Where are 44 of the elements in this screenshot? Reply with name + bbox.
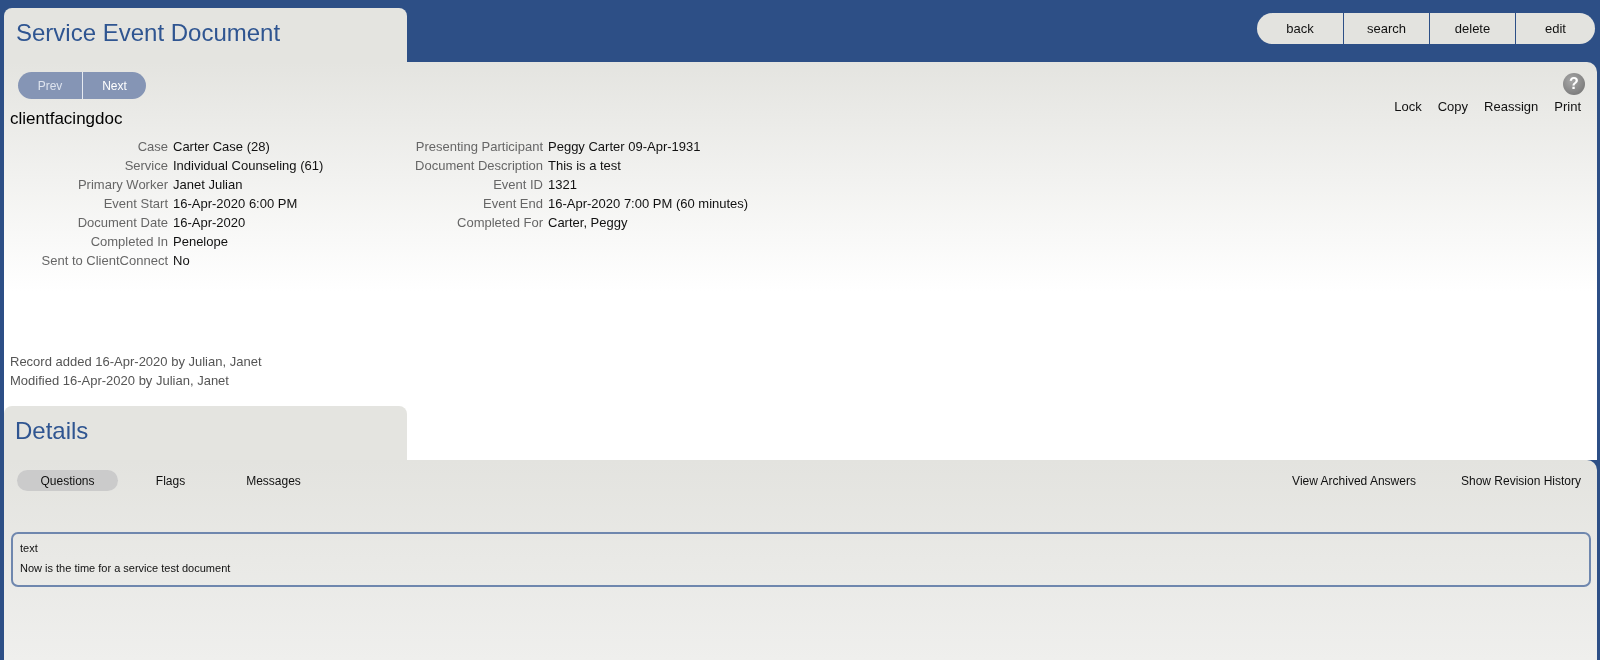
field-label: Case (137, 138, 168, 156)
action-button[interactable]: edit (1515, 13, 1595, 44)
audit-text: Record added 16-Apr-2020 by Julian, Janet (10, 353, 262, 371)
record-action-link[interactable]: Copy (1437, 99, 1469, 115)
field-label: Sent to ClientConnect (41, 252, 168, 270)
field-value: Carter Case (28) (173, 138, 270, 156)
document-name: clientfacingdoc (10, 108, 123, 130)
details-link[interactable]: Show Revision History (1460, 470, 1581, 491)
action-button[interactable]: back (1257, 13, 1343, 44)
question-label: text (20, 541, 38, 555)
field-value: Carter, Peggy (548, 214, 628, 232)
answer-text: Now is the time for a service test document (20, 561, 231, 575)
field-value: 1321 (548, 176, 577, 194)
field-label: Document Description (415, 157, 543, 175)
field-label: Completed For (457, 214, 543, 232)
field-value: Individual Counseling (61) (173, 157, 324, 175)
record-action-link[interactable]: Lock (1394, 99, 1422, 115)
field-label: Presenting Participant (415, 138, 543, 156)
field-value: Peggy Carter 09-Apr-1931 (548, 138, 701, 156)
page-title: Service Event Document (16, 18, 281, 48)
field-label: Event End (483, 195, 543, 213)
section-title: Details (15, 416, 89, 446)
field-label: Event ID (493, 176, 543, 194)
field-label: Event Start (103, 195, 168, 213)
audit-text: Modified 16-Apr-2020 by Julian, Janet (10, 372, 229, 390)
record-action-link[interactable]: Reassign (1484, 99, 1539, 115)
field-value: 16-Apr-2020 6:00 PM (173, 195, 298, 213)
field-label: Service (124, 157, 168, 175)
field-value: 16-Apr-2020 7:00 PM (60 minutes) (548, 195, 749, 213)
field-label: Completed In (90, 233, 168, 251)
field-label: Primary Worker (77, 176, 168, 194)
field-value: 16-Apr-2020 (173, 214, 246, 232)
field-value: Janet Julian (173, 176, 243, 194)
field-value: Penelope (173, 233, 228, 251)
tab[interactable]: Questions (17, 470, 118, 491)
action-button[interactable]: search (1343, 13, 1429, 44)
field-value: This is a test (548, 157, 621, 175)
tab[interactable]: Flags (120, 470, 221, 491)
details-link[interactable]: View Archived Answers (1292, 470, 1416, 491)
tab[interactable]: Messages (223, 470, 324, 491)
field-value: No (173, 252, 190, 270)
action-button[interactable]: delete (1429, 13, 1515, 44)
record-action-link[interactable]: Print (1554, 99, 1581, 115)
field-label: Document Date (77, 214, 168, 232)
